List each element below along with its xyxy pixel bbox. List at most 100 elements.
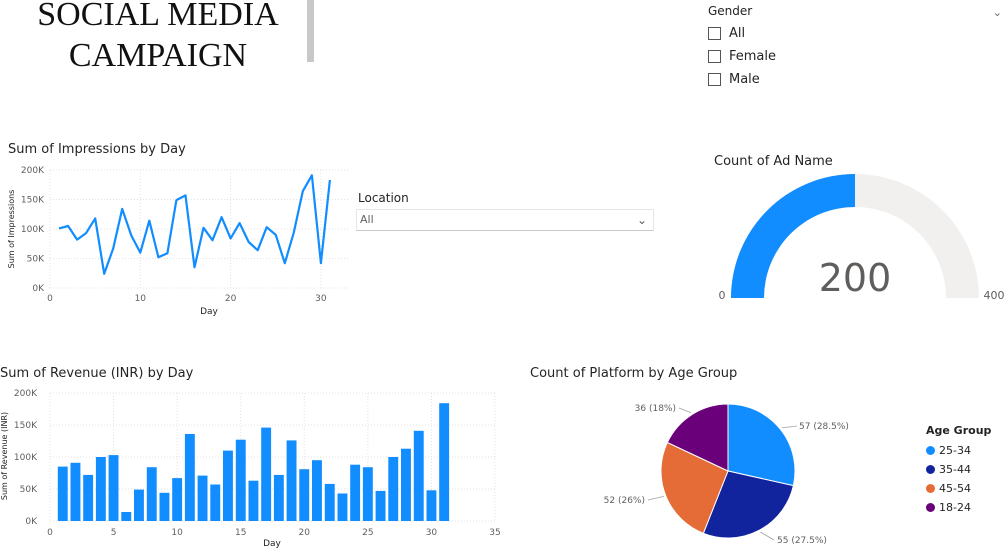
- revenue-bar[interactable]: [426, 490, 437, 521]
- revenue-bar[interactable]: [83, 474, 94, 521]
- platform-pie-chart[interactable]: 57 (28.5%) 55 (27.5%) 52 (26%) 36 (18%): [540, 390, 920, 559]
- impressions-y-ticks: 0K 50K 100K 150K 200K: [21, 166, 45, 294]
- y-tick-label: 150K: [14, 421, 38, 431]
- revenue-bar[interactable]: [210, 484, 221, 522]
- gender-slicer: Gender ⌄ All Female Male: [706, 4, 1006, 91]
- gauge-min-label: 0: [719, 289, 726, 302]
- pie-slices: [660, 403, 796, 539]
- gender-option-label: Female: [729, 49, 777, 64]
- legend-item-35-44[interactable]: 35-44: [926, 460, 1006, 479]
- revenue-bar[interactable]: [57, 466, 68, 521]
- revenue-y-axis-title: Sum of Revenue (INR): [0, 412, 9, 500]
- y-tick-label: 0K: [25, 517, 38, 527]
- title-line-2: CAMPAIGN: [68, 37, 248, 74]
- x-tick-label: 10: [171, 528, 183, 538]
- x-tick-label: 30: [315, 294, 327, 304]
- revenue-bar[interactable]: [439, 403, 450, 521]
- revenue-bar[interactable]: [413, 430, 424, 521]
- gender-option-label: Male: [729, 72, 760, 87]
- legend-item-45-54[interactable]: 45-54: [926, 479, 1006, 498]
- revenue-bar[interactable]: [401, 448, 411, 521]
- ad-count-gauge[interactable]: 200 0 400: [700, 168, 1008, 308]
- revenue-bar[interactable]: [324, 483, 335, 521]
- revenue-bar[interactable]: [108, 455, 119, 521]
- y-tick-label: 150K: [21, 196, 45, 206]
- checkbox[interactable]: [708, 50, 721, 63]
- revenue-bar[interactable]: [337, 493, 348, 522]
- x-tick-label: 20: [225, 294, 237, 304]
- revenue-bar[interactable]: [184, 434, 195, 521]
- location-dropdown[interactable]: All ⌄: [356, 209, 654, 231]
- legend-item-18-24[interactable]: 18-24: [926, 498, 1006, 517]
- revenue-bar[interactable]: [362, 467, 373, 521]
- revenue-bar[interactable]: [299, 469, 310, 521]
- impressions-line-chart[interactable]: 0K 50K 100K 150K 200K 0 10 20 30 Day Sum of Imp…: [0, 160, 360, 320]
- revenue-bar[interactable]: [197, 475, 208, 521]
- x-tick-label: 0: [47, 528, 53, 538]
- checkbox[interactable]: [708, 27, 721, 40]
- checkbox[interactable]: [708, 73, 721, 86]
- impressions-series-line[interactable]: [58, 174, 331, 275]
- legend-marker: [926, 503, 935, 512]
- pie-leader-line: [760, 531, 775, 541]
- chevron-down-icon[interactable]: ⌄: [993, 6, 1002, 19]
- revenue-bar[interactable]: [248, 480, 259, 521]
- revenue-bar[interactable]: [273, 474, 284, 521]
- gauge-max-label: 400: [984, 289, 1005, 302]
- y-tick-label: 200K: [21, 166, 45, 176]
- revenue-bar[interactable]: [121, 512, 132, 521]
- chevron-down-icon[interactable]: ⌄: [637, 210, 647, 230]
- pie-data-label-35-44: 55 (27.5%): [777, 536, 827, 546]
- gauge-title: Count of Ad Name: [714, 154, 833, 169]
- pie-data-label-25-34: 57 (28.5%): [799, 422, 849, 432]
- title-divider: [307, 0, 314, 62]
- revenue-bar[interactable]: [223, 450, 233, 521]
- revenue-bar[interactable]: [159, 492, 170, 521]
- revenue-bar[interactable]: [312, 460, 322, 521]
- gender-slicer-header[interactable]: Gender ⌄: [708, 4, 1006, 22]
- y-tick-label: 50K: [27, 255, 45, 265]
- revenue-bar[interactable]: [70, 462, 81, 521]
- age-group-legend: Age Group 25-34 35-44 45-54 18-24: [926, 424, 1006, 517]
- revenue-x-axis-title: Day: [263, 539, 281, 549]
- impressions-gridlines: [49, 169, 348, 289]
- pie-leader-line: [647, 496, 664, 501]
- location-slicer: Location All ⌄: [356, 191, 654, 231]
- revenue-bar[interactable]: [261, 427, 272, 521]
- revenue-bar-chart[interactable]: 0K 50K 100K 150K 200K 0 5 10 15 20 25 30 35 Day Sum…: [0, 384, 510, 554]
- revenue-bar[interactable]: [146, 467, 157, 521]
- gender-option-male[interactable]: Male: [708, 68, 1006, 91]
- revenue-bars: [57, 403, 450, 522]
- impressions-chart-title: Sum of Impressions by Day: [8, 142, 186, 157]
- x-tick-label: 10: [135, 294, 147, 304]
- legend-label: 25-34: [939, 444, 971, 457]
- legend-item-25-34[interactable]: 25-34: [926, 441, 1006, 460]
- revenue-bar[interactable]: [350, 464, 361, 521]
- revenue-bar[interactable]: [235, 439, 246, 521]
- x-tick-label: 35: [489, 528, 500, 538]
- revenue-bar[interactable]: [134, 489, 144, 521]
- revenue-bar[interactable]: [95, 457, 106, 521]
- impressions-x-axis-title: Day: [200, 307, 218, 317]
- legend-title: Age Group: [926, 424, 992, 437]
- x-tick-label: 5: [111, 528, 117, 538]
- legend-marker: [926, 446, 935, 455]
- revenue-y-ticks: 0K 50K 100K 150K 200K: [14, 389, 38, 527]
- gauge-value-label: 200: [819, 256, 892, 300]
- gender-option-all[interactable]: All: [708, 22, 1006, 45]
- pie-data-label-18-24: 36 (18%): [635, 404, 676, 414]
- legend-marker: [926, 484, 935, 493]
- revenue-bar[interactable]: [375, 490, 386, 521]
- platform-chart-title: Count of Platform by Age Group: [530, 366, 738, 381]
- revenue-bar[interactable]: [172, 478, 183, 521]
- revenue-bar[interactable]: [286, 440, 297, 521]
- x-tick-label: 30: [426, 528, 438, 538]
- x-tick-label: 25: [362, 528, 373, 538]
- legend-label: 18-24: [939, 501, 971, 514]
- impressions-y-axis-title: Sum of Impressions: [7, 190, 16, 269]
- impressions-x-ticks: 0 10 20 30: [47, 294, 327, 304]
- y-tick-label: 100K: [21, 225, 45, 235]
- revenue-bar[interactable]: [388, 457, 399, 521]
- legend-label: 35-44: [939, 463, 971, 476]
- gender-option-female[interactable]: Female: [708, 45, 1006, 68]
